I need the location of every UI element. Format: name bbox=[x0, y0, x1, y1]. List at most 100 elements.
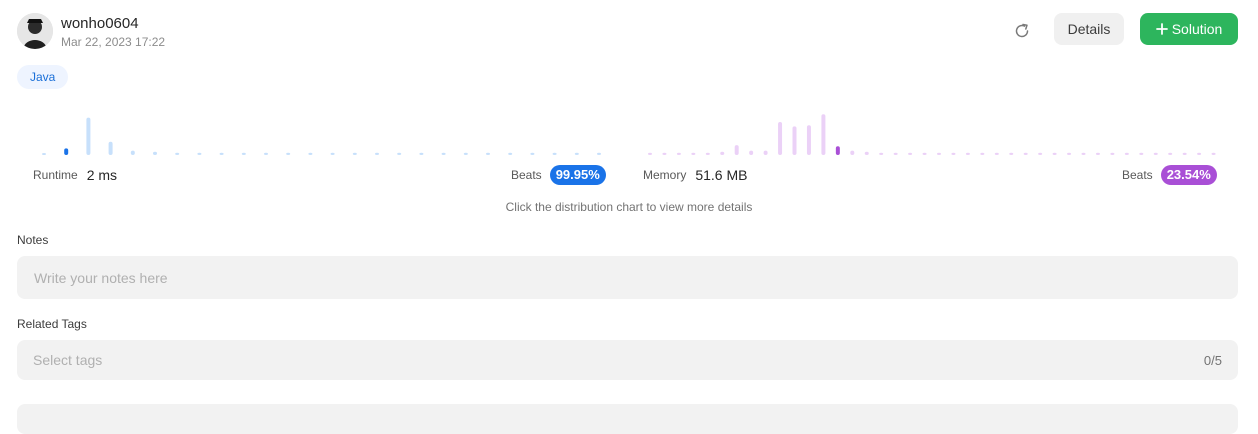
username[interactable]: wonho0604 bbox=[61, 15, 139, 32]
distribution-bar[interactable] bbox=[153, 151, 157, 155]
solution-label: Solution bbox=[1171, 21, 1223, 37]
runtime-label: Runtime bbox=[33, 168, 78, 182]
distribution-bar[interactable] bbox=[1211, 152, 1216, 155]
distribution-bar[interactable] bbox=[108, 141, 113, 155]
memory-label: Memory bbox=[643, 168, 687, 182]
memory-beats-badge: 23.54% bbox=[1160, 165, 1217, 185]
distribution-bar[interactable] bbox=[441, 152, 446, 155]
distribution-bar[interactable] bbox=[574, 152, 579, 155]
runtime-value: 2 ms bbox=[86, 167, 118, 183]
distribution-bar[interactable] bbox=[375, 152, 379, 155]
refresh-icon bbox=[1015, 23, 1029, 38]
distribution-bar[interactable] bbox=[980, 152, 985, 155]
distribution-bar[interactable] bbox=[676, 152, 681, 155]
distribution-bar[interactable] bbox=[1009, 152, 1014, 155]
distribution-bar[interactable] bbox=[734, 145, 739, 155]
language-tag: Java bbox=[17, 65, 69, 89]
distribution-bar[interactable] bbox=[86, 117, 91, 155]
distribution-bar[interactable] bbox=[1095, 152, 1100, 155]
distribution-bar[interactable] bbox=[720, 151, 725, 155]
distribution-bar[interactable] bbox=[937, 152, 941, 155]
distribution-bar[interactable] bbox=[1182, 152, 1187, 155]
avatar[interactable] bbox=[17, 13, 53, 49]
distribution-bar[interactable] bbox=[1067, 152, 1072, 155]
distribution-bar[interactable] bbox=[352, 152, 357, 155]
memory-beats: Beats 23.54% bbox=[1122, 164, 1217, 186]
distribution-bar[interactable] bbox=[879, 152, 884, 155]
memory-distribution-chart[interactable] bbox=[643, 104, 1223, 158]
distribution-bar[interactable] bbox=[330, 152, 335, 155]
memory-value: 51.6 MB bbox=[695, 167, 748, 183]
distribution-bar[interactable] bbox=[552, 152, 557, 155]
submission-timestamp: Mar 22, 2023 17:22 bbox=[61, 35, 166, 49]
distribution-bar[interactable] bbox=[1052, 152, 1057, 155]
tags-select[interactable]: Select tags 0/5 bbox=[17, 340, 1238, 380]
distribution-bar[interactable] bbox=[197, 152, 202, 155]
distribution-bar[interactable] bbox=[994, 152, 999, 155]
runtime-beats-badge: 99.95% bbox=[549, 165, 606, 185]
chart-hint: Click the distribution chart to view mor… bbox=[505, 200, 753, 214]
distribution-bar[interactable] bbox=[308, 152, 313, 155]
tags-placeholder: Select tags bbox=[33, 352, 103, 368]
distribution-bar[interactable] bbox=[908, 152, 913, 155]
notes-input[interactable] bbox=[17, 256, 1238, 299]
distribution-bar[interactable] bbox=[778, 122, 783, 155]
distribution-bar[interactable] bbox=[1038, 152, 1043, 155]
submission-header: wonho0604 Mar 22, 2023 17:22 Details Sol… bbox=[17, 13, 1238, 53]
distribution-bar[interactable] bbox=[705, 152, 710, 155]
distribution-bar[interactable] bbox=[397, 152, 402, 155]
distribution-bar[interactable] bbox=[1153, 152, 1158, 155]
distribution-bar[interactable] bbox=[821, 114, 826, 155]
code-panel bbox=[17, 404, 1238, 434]
distribution-bar[interactable] bbox=[835, 146, 840, 155]
memory-stat: Memory 51.6 MB bbox=[643, 164, 747, 186]
distribution-bar[interactable] bbox=[486, 152, 490, 155]
distribution-bar[interactable] bbox=[1124, 152, 1129, 155]
distribution-bar[interactable] bbox=[1168, 152, 1173, 155]
distribution-bar[interactable] bbox=[893, 152, 898, 155]
distribution-bar[interactable] bbox=[286, 152, 291, 155]
runtime-stat: Runtime 2 ms bbox=[33, 164, 117, 186]
distribution-bar[interactable] bbox=[922, 152, 927, 155]
distribution-bar[interactable] bbox=[463, 152, 468, 155]
distribution-bar[interactable] bbox=[806, 125, 811, 155]
distribution-bar[interactable] bbox=[951, 152, 956, 155]
distribution-bar[interactable] bbox=[763, 150, 768, 155]
distribution-bar[interactable] bbox=[64, 148, 69, 155]
details-button[interactable]: Details bbox=[1054, 13, 1124, 45]
notes-label: Notes bbox=[17, 233, 49, 247]
distribution-bar[interactable] bbox=[1139, 152, 1144, 155]
distribution-bar[interactable] bbox=[749, 150, 754, 155]
distribution-bar[interactable] bbox=[1110, 152, 1115, 155]
runtime-beats: Beats 99.95% bbox=[511, 164, 606, 186]
distribution-bar[interactable] bbox=[264, 152, 268, 155]
runtime-beats-label: Beats bbox=[511, 168, 542, 182]
distribution-bar[interactable] bbox=[508, 152, 513, 155]
plus-icon bbox=[1155, 23, 1168, 35]
distribution-bar[interactable] bbox=[850, 150, 855, 155]
related-tags-label: Related Tags bbox=[17, 317, 87, 331]
distribution-bar[interactable] bbox=[864, 151, 869, 155]
distribution-bar[interactable] bbox=[597, 152, 601, 155]
distribution-bar[interactable] bbox=[792, 126, 797, 155]
distribution-bar[interactable] bbox=[662, 152, 667, 155]
distribution-bar[interactable] bbox=[1081, 152, 1086, 155]
add-solution-button[interactable]: Solution bbox=[1140, 13, 1238, 45]
distribution-bar[interactable] bbox=[1197, 152, 1202, 155]
refresh-button[interactable] bbox=[1007, 16, 1037, 46]
runtime-distribution-chart[interactable] bbox=[33, 104, 613, 158]
distribution-bar[interactable] bbox=[219, 152, 224, 155]
distribution-bar[interactable] bbox=[1023, 152, 1028, 155]
distribution-bar[interactable] bbox=[648, 152, 652, 155]
distribution-bar[interactable] bbox=[42, 153, 46, 155]
distribution-bar[interactable] bbox=[419, 152, 424, 155]
memory-beats-label: Beats bbox=[1122, 168, 1153, 182]
tags-count: 0/5 bbox=[1203, 352, 1222, 368]
distribution-bar[interactable] bbox=[691, 152, 696, 155]
avatar-image bbox=[17, 13, 53, 49]
distribution-bar[interactable] bbox=[175, 152, 180, 155]
distribution-bar[interactable] bbox=[965, 152, 970, 155]
distribution-bar[interactable] bbox=[241, 152, 246, 155]
distribution-bar[interactable] bbox=[530, 152, 535, 155]
distribution-bar[interactable] bbox=[130, 150, 135, 155]
